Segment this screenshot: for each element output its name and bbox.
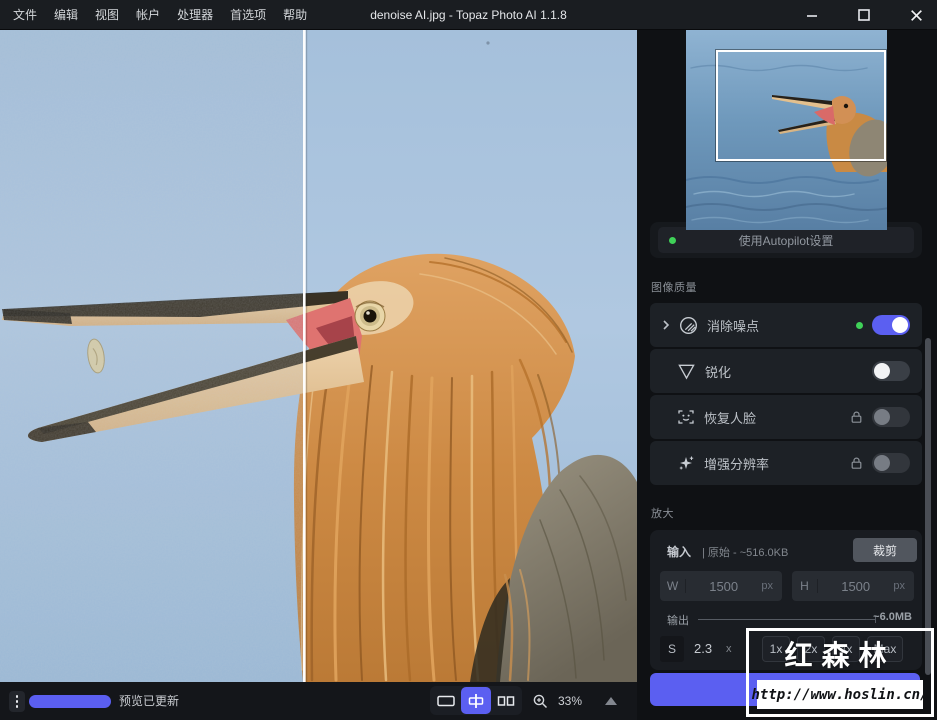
single-view-icon [436,693,456,709]
input-label: 输入 [667,543,691,560]
single-view-button[interactable] [431,687,461,714]
settings-panel: 使用Autopilot设置 图像质量 消除噪点 锐化 [637,30,937,720]
height-field-unit: px [893,580,914,592]
menu-edit[interactable]: 编辑 [54,6,78,23]
side-by-side-view-button[interactable] [491,687,521,714]
feature-row-sharpen[interactable]: 锐化 [650,349,922,393]
watermark-name: 红森林 [749,634,931,674]
feature-row-enhance-resolution[interactable]: 增强分辨率 [650,441,922,485]
watermark-url: http://www.hoslin.cn/ [757,680,923,709]
zoom-in-icon [532,693,549,710]
watermark-box: 红森林 http://www.hoslin.cn/ [746,628,934,717]
enhance-resolution-toggle [872,453,910,473]
status-bar: 预览已更新 [0,682,637,720]
scale-field-value[interactable]: 2.3 [694,641,712,656]
chevron-right-icon[interactable] [662,319,670,331]
denoise-toggle[interactable] [872,315,910,335]
scale-field-label: S [660,636,684,662]
height-field[interactable]: H 1500 px [792,571,914,601]
preview-status-text: 预览已更新 [119,682,179,720]
recover-faces-toggle [872,407,910,427]
view-mode-group [430,686,522,715]
sharpen-icon [677,362,696,380]
navigator-viewport[interactable] [716,50,886,161]
width-field-unit: px [761,580,782,592]
output-size-value: ~6.0MB [873,611,912,623]
width-field-label: W [660,579,686,593]
autopilot-status-dot [669,237,676,244]
feature-label-sharpen: 锐化 [705,362,731,381]
overflow-menu-button[interactable] [9,691,25,712]
autopilot-settings-label: 使用Autopilot设置 [739,232,834,249]
menu-processor[interactable]: 处理器 [177,6,213,23]
panel-scrollbar[interactable] [925,338,931,675]
maximize-button[interactable] [853,4,875,26]
menu-view[interactable]: 视图 [95,6,119,23]
menu-file[interactable]: 文件 [13,6,37,23]
feature-label-enhance-resolution: 增强分辨率 [704,454,769,473]
menu-account[interactable]: 帐户 [136,6,160,23]
zoom-expand-icon[interactable] [605,697,617,705]
app-window: 文件 编辑 视图 帐户 处理器 首选项 帮助 denoise AI.jpg - … [0,0,937,720]
window-controls [801,0,927,30]
lock-icon [850,410,863,424]
minimize-button[interactable] [801,4,823,26]
zoom-control[interactable]: 33% [532,682,617,720]
navigator-thumbnail[interactable] [686,30,887,230]
split-view-button[interactable] [461,687,491,714]
height-field-value: 1500 [818,579,893,594]
width-field[interactable]: W 1500 px [660,571,782,601]
height-field-label: H [792,579,818,593]
menu-help[interactable]: 帮助 [283,6,307,23]
bird-photo [0,30,637,682]
side-by-side-view-icon [496,693,516,709]
output-label: 输出 [667,612,689,628]
input-size-info: | 原始 - ~516.0KB [702,544,788,560]
lock-icon [850,456,863,470]
feature-label-denoise: 消除噪点 [707,316,759,335]
minimize-icon [805,8,819,22]
menu-preferences[interactable]: 首选项 [230,6,266,23]
autopilot-settings-button[interactable]: 使用Autopilot设置 [658,227,914,253]
close-button[interactable] [905,4,927,26]
scale-field-unit: x [726,643,732,655]
feature-row-recover-faces[interactable]: 恢复人脸 [650,395,922,439]
close-icon [909,8,924,23]
split-divider-shadow [306,30,307,682]
width-field-value: 1500 [686,579,761,594]
output-size-slider[interactable] [698,619,876,620]
face-icon [677,408,695,426]
title-bar: 文件 编辑 视图 帐户 处理器 首选项 帮助 denoise AI.jpg - … [0,0,937,30]
kebab-icon [16,695,19,698]
sharpen-toggle[interactable] [872,361,910,381]
maximize-icon [857,8,871,22]
denoise-status-dot [856,322,863,329]
image-quality-section-title: 图像质量 [651,279,697,295]
crop-button[interactable]: 裁剪 [853,538,917,562]
menu-bar: 文件 编辑 视图 帐户 处理器 首选项 帮助 [0,6,307,23]
upscale-section-title: 放大 [651,505,674,521]
preview-progress-bar [29,695,111,708]
zoom-level-value: 33% [558,694,582,708]
split-divider-handle[interactable] [303,30,306,682]
preview-canvas[interactable] [0,30,637,682]
sparkle-icon [677,454,695,472]
noise-icon [679,316,698,335]
feature-label-recover-faces: 恢复人脸 [704,408,756,427]
split-view-icon [466,693,486,709]
feature-row-denoise[interactable]: 消除噪点 [650,303,922,347]
window-title: denoise AI.jpg - Topaz Photo AI 1.1.8 [370,0,567,30]
